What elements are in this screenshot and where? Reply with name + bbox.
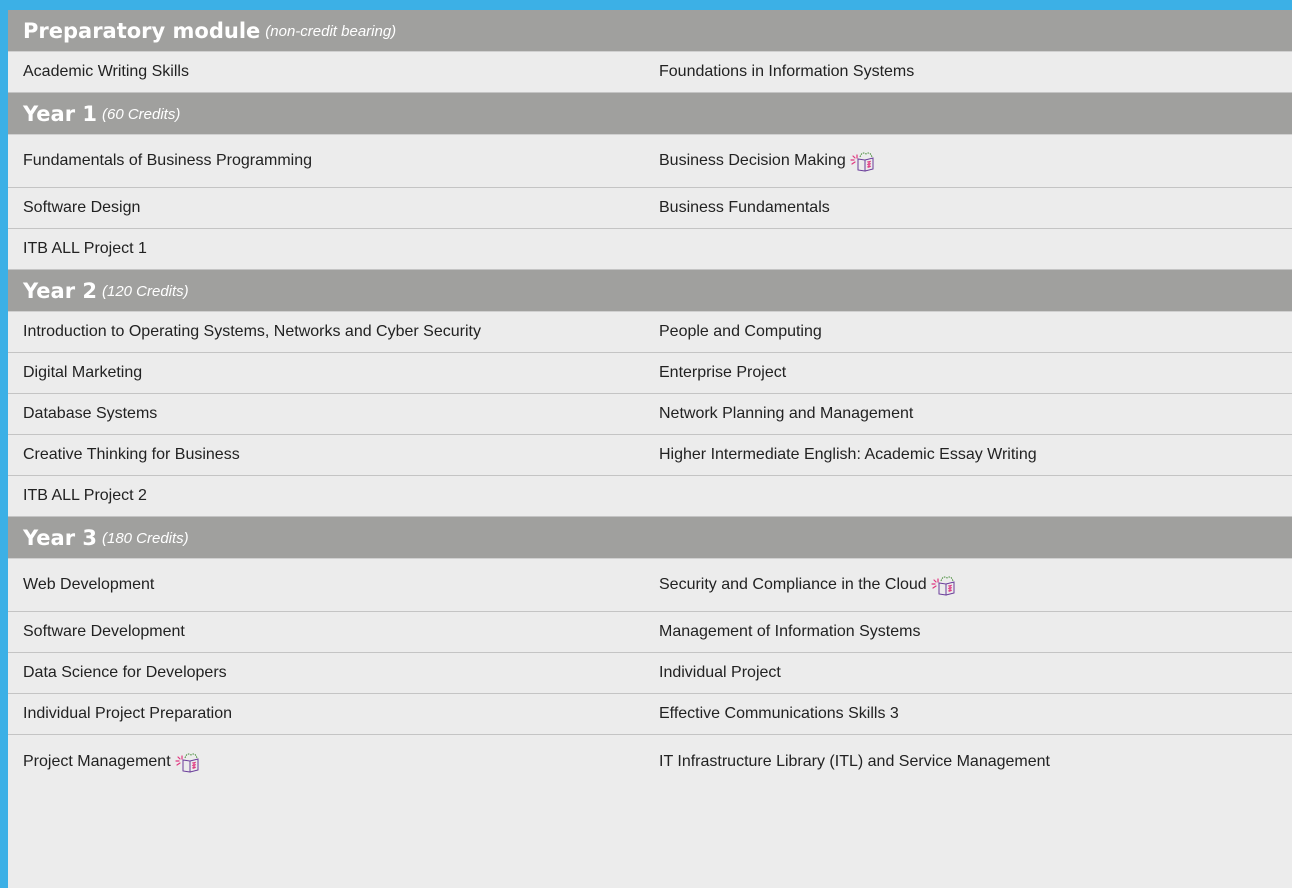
section-title: Year 3 [23,525,97,550]
module-name: Software Development [23,623,185,640]
module-name: Project Management [23,752,171,770]
table-row: Academic Writing Skills Foundations in I… [8,52,1292,93]
table-row: ITB ALL Project 2 [8,476,1292,517]
section-note: (180 Credits) [101,530,189,547]
module-name: Creative Thinking for Business [23,446,240,463]
module-name: ITB ALL Project 2 [23,487,147,504]
table-row: Software Development Management of Infor… [8,612,1292,653]
section-note: (60 Credits) [101,106,181,123]
module-name: Effective Communications Skills 3 [659,705,899,722]
table-row: Digital Marketing Enterprise Project [8,353,1292,394]
section-title: Year 2 [23,278,97,303]
course-structure-table: Preparatory module (non-credit bearing) … [8,10,1292,888]
module-name: Data Science for Developers [23,664,227,681]
module-name: Database Systems [23,405,158,422]
section-note: (non-credit bearing) [265,23,397,40]
module-name: Security and Compliance in the Cloud [659,576,927,593]
module-name: Higher Intermediate English: Academic Es… [659,446,1037,463]
table-row: Fundamentals of Business Programming Bus… [8,135,1292,188]
section-header: Year 2 (120 Credits) [8,270,1292,312]
module-name: Introduction to Operating Systems, Netwo… [23,323,481,340]
module-name: ITB ALL Project 1 [23,240,147,257]
section-title: Year 1 [23,101,97,126]
table-row: Creative Thinking for Business Higher In… [8,435,1292,476]
module-name: Management of Information Systems [659,623,921,640]
module-name: Individual Project [659,664,781,681]
module-name: Web Development [23,576,155,593]
module-name: People and Computing [659,323,822,340]
table-row: Web Development Security and Compliance … [8,559,1292,612]
table-row: Project Management IT Infrastructure Lib… [8,735,1292,788]
table-row: Software Design Business Fundamentals [8,188,1292,229]
module-name: IT Infrastructure Library (ITL) and Serv… [659,752,1050,770]
section-header: Year 3 (180 Credits) [8,517,1292,559]
module-name: Enterprise Project [659,364,787,381]
module-name: Foundations in Information Systems [659,63,915,80]
module-name: Academic Writing Skills [23,63,189,80]
section-title: Preparatory module [23,18,261,43]
online-learning-icon [849,149,875,173]
section-note: (120 Credits) [101,283,189,300]
module-name: Network Planning and Management [659,405,914,422]
table-row: ITB ALL Project 1 [8,229,1292,270]
section-header: Preparatory module (non-credit bearing) [8,10,1292,52]
online-learning-icon [174,750,200,774]
table-row: Introduction to Operating Systems, Netwo… [8,312,1292,353]
module-name: Business Fundamentals [659,199,830,216]
module-name: Individual Project Preparation [23,705,233,722]
module-name: Fundamentals of Business Programming [23,152,313,169]
online-learning-icon [930,573,956,597]
table-row: Database Systems Network Planning and Ma… [8,394,1292,435]
module-name: Digital Marketing [23,364,143,381]
table-row: Data Science for Developers Individual P… [8,653,1292,694]
module-name: Business Decision Making [659,152,846,169]
module-name: Software Design [23,199,141,216]
table-row: Individual Project Preparation Effective… [8,694,1292,735]
section-header: Year 1 (60 Credits) [8,93,1292,135]
